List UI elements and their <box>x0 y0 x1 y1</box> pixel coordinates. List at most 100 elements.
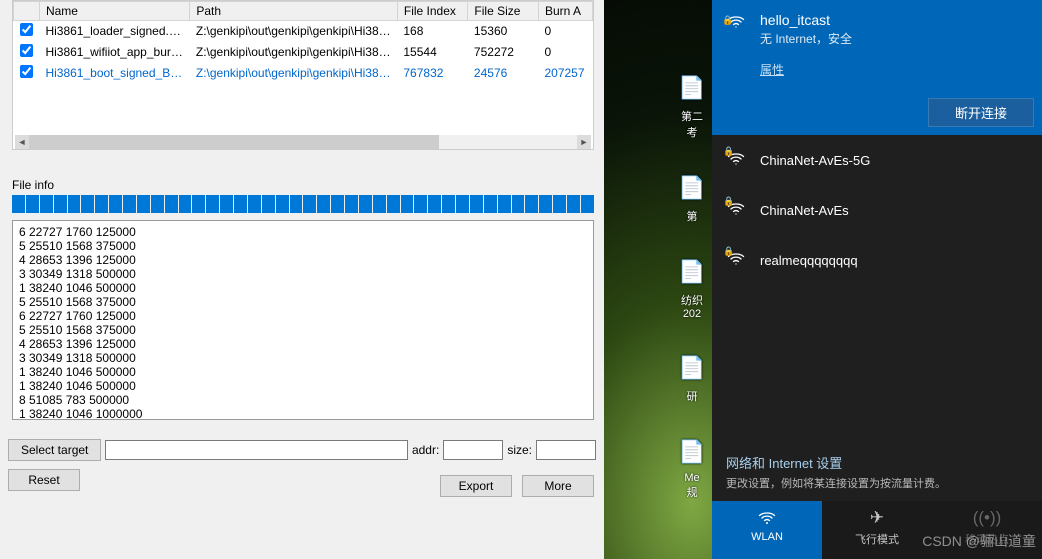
cell-size: 752272 <box>468 42 539 63</box>
progress-segment <box>248 195 261 213</box>
wifi-item-label: ChinaNet-AvEs-5G <box>760 153 870 168</box>
wifi-flyout: 🔒 hello_itcast 无 Internet，安全 属性 断开连接 🔒Ch… <box>712 0 1042 559</box>
wifi-network-item[interactable]: 🔒 ChinaNet-AvEs <box>712 185 1042 235</box>
wifi-secure-icon: 🔒 <box>726 12 748 34</box>
col-file-size[interactable]: File Size <box>468 2 539 21</box>
quick-action-bar: WLAN✈飞行模式((•))移动热点 <box>712 501 1042 559</box>
desktop-shortcut[interactable]: 📄第 <box>672 170 712 224</box>
size-input[interactable] <box>536 440 596 460</box>
col-name[interactable]: Name <box>39 2 189 21</box>
file-table: Name Path File Index File Size Burn A Hi… <box>13 1 593 84</box>
cell-size: 24576 <box>468 63 539 84</box>
log-textarea[interactable]: 6 22727 1760 125000 5 25510 1568 375000 … <box>12 220 594 420</box>
scroll-left-icon[interactable]: ◄ <box>15 135 29 149</box>
row-checkbox[interactable] <box>20 65 33 78</box>
file-info-label: File info <box>12 178 54 192</box>
progress-segment <box>303 195 316 213</box>
cell-size: 15360 <box>468 21 539 42</box>
desktop-background: 📄第二考📄第📄纺织202📄研📄Me规 🔒 hello_itcast 无 Inte… <box>604 0 1042 559</box>
file-icon: 📄 <box>674 434 710 470</box>
progress-segment <box>442 195 455 213</box>
addr-input[interactable] <box>443 440 503 460</box>
wifi-properties-link[interactable]: 属性 <box>760 61 784 78</box>
wifi-network-item[interactable]: 🔒ChinaNet-AvEs-5G <box>712 135 1042 185</box>
progress-segment <box>40 195 53 213</box>
progress-segment <box>109 195 122 213</box>
progress-segment <box>234 195 247 213</box>
progress-segment <box>512 195 525 213</box>
file-icon: 📄 <box>674 254 710 290</box>
shortcut-label: 第 <box>672 208 712 224</box>
more-button[interactable]: More <box>522 475 594 497</box>
wifi-item-label: realmeqqqqqqqq <box>760 253 858 268</box>
progress-segment <box>525 195 538 213</box>
settings-title: 网络和 Internet 设置 <box>726 453 1028 472</box>
table-row[interactable]: Hi3861_wifiiot_app_burn... Z:\genkipi\ou… <box>14 42 593 63</box>
shortcut-label: Me规 <box>672 472 712 500</box>
col-burn[interactable]: Burn A <box>538 2 592 21</box>
progress-segment <box>345 195 358 213</box>
cell-index: 767832 <box>397 63 468 84</box>
cell-index: 15544 <box>397 42 468 63</box>
progress-segment <box>414 195 427 213</box>
cell-name: Hi3861_wifiiot_app_burn... <box>39 42 189 63</box>
cell-burn: 0 <box>538 21 592 42</box>
table-row[interactable]: Hi3861_boot_signed_B.bin Z:\genkipi\out\… <box>14 63 593 84</box>
progress-segment <box>401 195 414 213</box>
progress-segment <box>470 195 483 213</box>
wifi-current-network[interactable]: 🔒 hello_itcast 无 Internet，安全 属性 断开连接 <box>712 0 1042 135</box>
quick-action-飞行模式[interactable]: ✈飞行模式 <box>822 501 932 559</box>
progress-segment <box>137 195 150 213</box>
reset-button[interactable]: Reset <box>8 469 80 491</box>
progress-segment <box>539 195 552 213</box>
progress-segment <box>206 195 219 213</box>
desktop-shortcut[interactable]: 📄纺织202 <box>672 254 712 320</box>
scroll-thumb[interactable] <box>29 135 439 149</box>
quick-action-icon <box>712 507 822 529</box>
col-file-index[interactable]: File Index <box>397 2 468 21</box>
quick-action-label: 飞行模式 <box>822 531 932 547</box>
desktop-shortcut[interactable]: 📄研 <box>672 350 712 404</box>
quick-action-WLAN[interactable]: WLAN <box>712 501 822 559</box>
quick-action-label: WLAN <box>712 531 822 543</box>
progress-segment <box>165 195 178 213</box>
progress-segment <box>54 195 67 213</box>
row-checkbox[interactable] <box>20 23 33 36</box>
horizontal-scrollbar[interactable]: ◄ ► <box>15 135 591 149</box>
size-label: size: <box>507 443 532 457</box>
progress-segment <box>331 195 344 213</box>
cell-path: Z:\genkipi\out\genkipi\genkipi\Hi3861... <box>190 42 398 63</box>
shortcut-label: 纺织202 <box>672 292 712 320</box>
progress-segment <box>276 195 289 213</box>
table-row[interactable]: Hi3861_loader_signed.bin Z:\genkipi\out\… <box>14 21 593 42</box>
target-input[interactable] <box>105 440 408 460</box>
cell-burn: 207257 <box>538 63 592 84</box>
col-checkbox[interactable] <box>14 2 40 21</box>
network-settings-link[interactable]: 网络和 Internet 设置 更改设置，例如将某连接设置为按流量计费。 <box>712 443 1042 501</box>
quick-action-label: 移动热点 <box>932 531 1042 547</box>
wifi-network-item[interactable]: 🔒realmeqqqqqqqq <box>712 235 1042 285</box>
progress-segment <box>95 195 108 213</box>
desktop-shortcut[interactable]: 📄第二考 <box>672 70 712 140</box>
scroll-right-icon[interactable]: ► <box>577 135 591 149</box>
select-target-button[interactable]: Select target <box>8 439 101 461</box>
file-table-container: Name Path File Index File Size Burn A Hi… <box>12 0 594 150</box>
cell-name: Hi3861_loader_signed.bin <box>39 21 189 42</box>
wifi-secure-icon: 🔒 <box>726 199 748 221</box>
progress-segment <box>123 195 136 213</box>
export-button[interactable]: Export <box>440 475 512 497</box>
progress-segment <box>567 195 580 213</box>
quick-action-移动热点: ((•))移动热点 <box>932 501 1042 559</box>
col-path[interactable]: Path <box>190 2 398 21</box>
row-checkbox[interactable] <box>20 44 33 57</box>
scroll-track[interactable] <box>29 135 577 149</box>
progress-segment <box>179 195 192 213</box>
wifi-item-label: ChinaNet-AvEs <box>760 203 849 218</box>
progress-segment <box>290 195 303 213</box>
desktop-icons-column: 📄第二考📄第📄纺织202📄研📄Me规 <box>672 70 712 530</box>
desktop-shortcut[interactable]: 📄Me规 <box>672 434 712 500</box>
shortcut-label: 研 <box>672 388 712 404</box>
progress-segment <box>151 195 164 213</box>
wifi-name: hello_itcast <box>760 12 1028 28</box>
disconnect-button[interactable]: 断开连接 <box>928 98 1034 127</box>
